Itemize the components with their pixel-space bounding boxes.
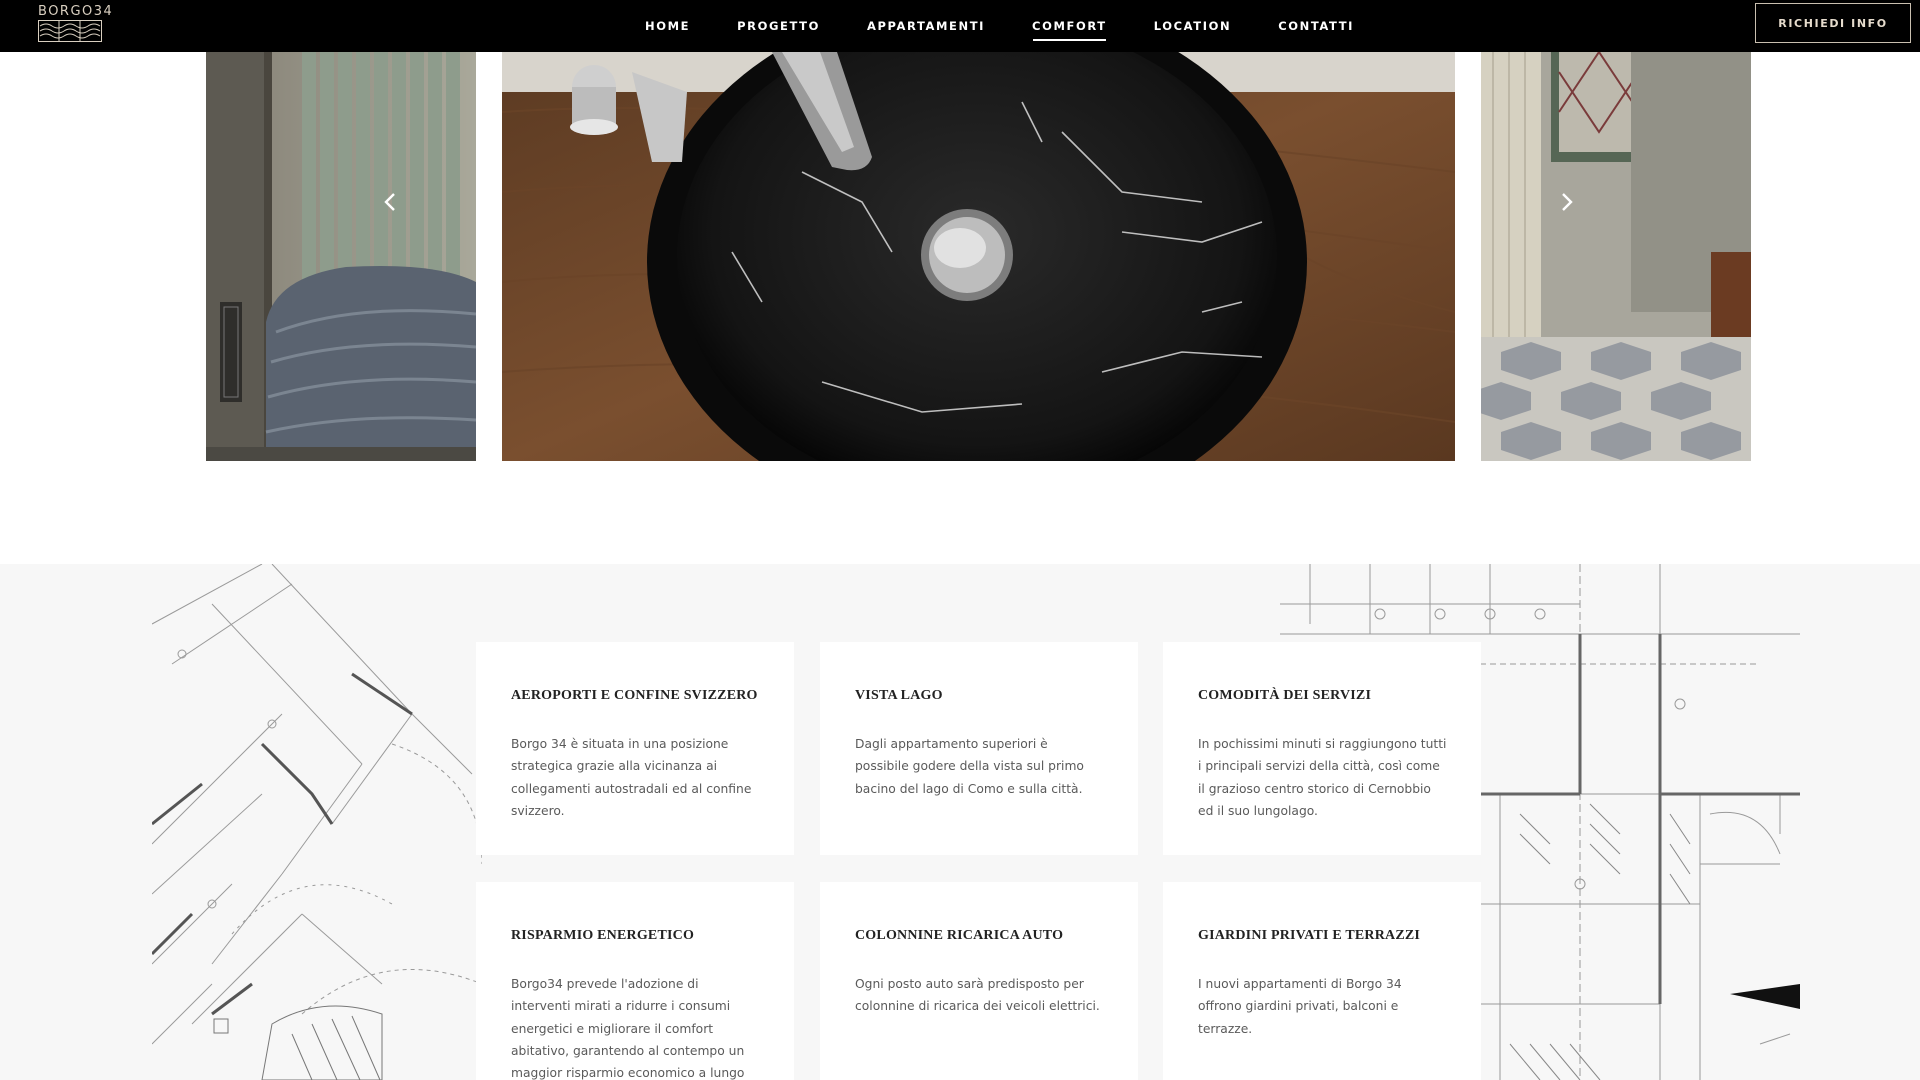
carousel-slide-previous[interactable] (206, 52, 476, 461)
room-chair-image (206, 52, 476, 461)
bathroom-tiles-image (1481, 52, 1751, 461)
feature-card-gardens: Giardini privati e terrazzi I nuovi appa… (1163, 882, 1481, 1080)
feature-title: Colonnine ricarica auto (855, 928, 1064, 943)
feature-description: Borgo 34 è situata in una posizione stra… (511, 737, 752, 818)
feature-card-services: Comodità dei servizi In pochissimi minut… (1163, 642, 1481, 855)
nav-item-comfort[interactable]: COMFORT (1032, 13, 1107, 41)
nav-item-appartamenti[interactable]: APPARTAMENTI (867, 13, 985, 39)
floorplan-left-decoration (152, 564, 482, 1080)
nav-item-home[interactable]: HOME (645, 13, 690, 39)
feature-card-lake-view: Vista lago Dagli appartamento superiori … (820, 642, 1138, 855)
feature-title: Vista lago (855, 688, 943, 703)
chevron-left-icon (384, 193, 395, 211)
feature-description: Dagli appartamento superiori è possibile… (855, 737, 1084, 796)
logo-text: BORGO34 (38, 4, 114, 19)
feature-title: Risparmio energetico (511, 928, 695, 943)
main-nav: HOME PROGETTO APPARTAMENTI COMFORT LOCAT… (645, 0, 1401, 52)
image-carousel (0, 52, 1920, 461)
feature-card-ev-charging: Colonnine ricarica auto Ogni posto auto … (820, 882, 1138, 1080)
top-navbar: BORGO34 HOME PROGETTO APPARTAMENTI COMFO… (0, 0, 1920, 52)
nav-item-contatti[interactable]: CONTATTI (1278, 13, 1354, 39)
feature-description: I nuovi appartamenti di Borgo 34 offrono… (1198, 977, 1402, 1036)
carousel-next-button[interactable] (1547, 182, 1587, 222)
nav-item-location[interactable]: LOCATION (1154, 13, 1231, 39)
feature-card-airports: Aeroporti e confine svizzero Borgo 34 è … (476, 642, 794, 855)
feature-title: Comodità dei servizi (1198, 688, 1372, 703)
carousel-slide-next[interactable] (1481, 52, 1751, 461)
request-info-button[interactable]: RICHIEDI INFO (1755, 3, 1911, 43)
logo-emblem-icon (38, 20, 102, 42)
feature-description: Borgo34 prevede l'adozione di interventi… (511, 977, 745, 1080)
carousel-prev-button[interactable] (370, 182, 410, 222)
feature-title: Giardini privati e terrazzi (1198, 928, 1421, 943)
feature-card-energy-saving: Risparmio energetico Borgo34 prevede l'a… (476, 882, 794, 1080)
feature-title: Aeroporti e confine svizzero (511, 688, 758, 703)
nav-item-progetto[interactable]: PROGETTO (737, 13, 820, 39)
feature-description: In pochissimi minuti si raggiungono tutt… (1198, 737, 1447, 818)
comfort-features-section: Aeroporti e confine svizzero Borgo 34 è … (0, 564, 1920, 1080)
chevron-right-icon (1562, 193, 1573, 211)
feature-description: Ogni posto auto sarà predisposto per col… (855, 977, 1100, 1014)
marble-basin-image (502, 52, 1455, 461)
carousel-slide-current[interactable] (502, 52, 1455, 461)
brand-logo[interactable]: BORGO34 (38, 4, 114, 43)
